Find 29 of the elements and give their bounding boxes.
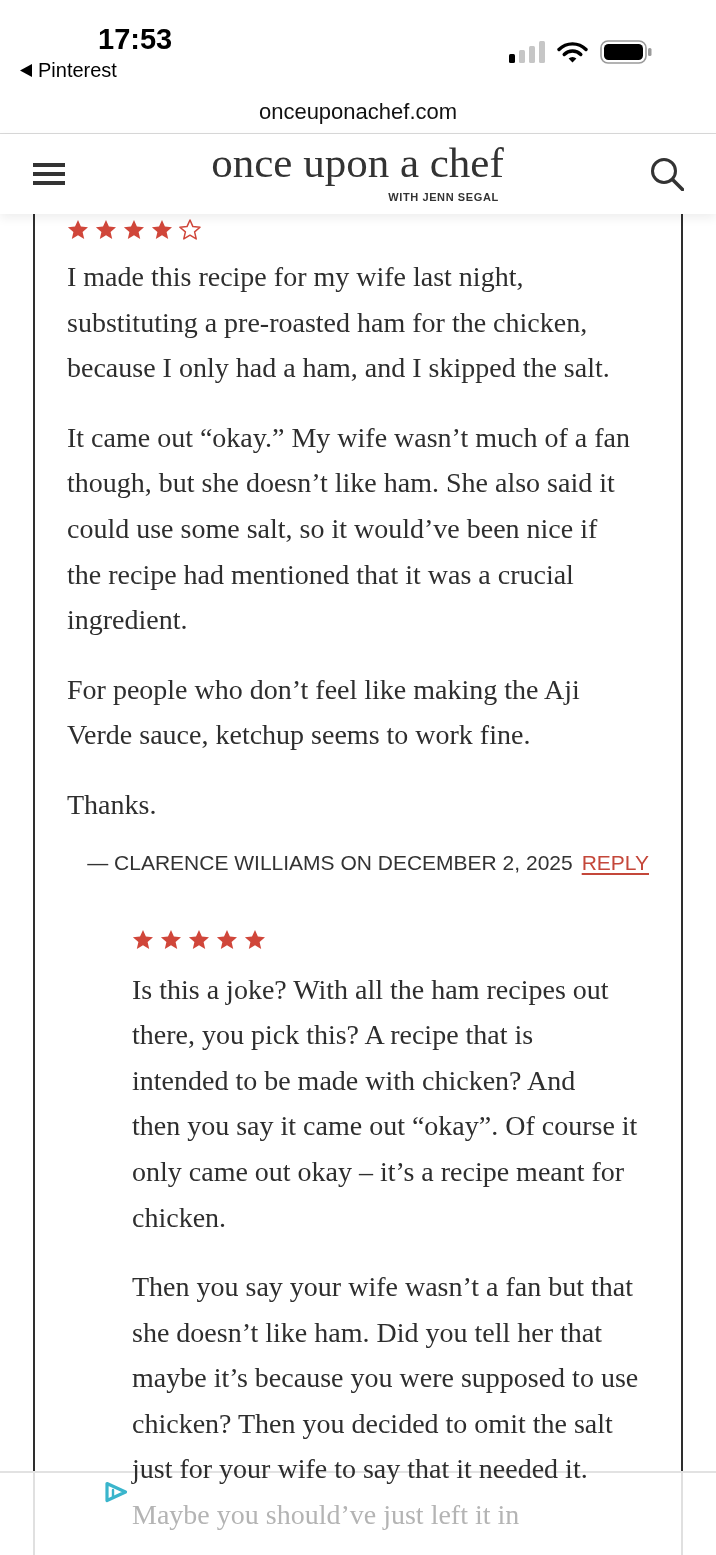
comment-paragraph: Then you say your wife wasn’t a fan but that she doesn’t like ham. Did you tell her that maybe it’s because you were supposed to use chicken? Then you decided to omit the salt just for your wife to say that it needed it. Maybe you should’ve just left it in [132, 1270, 640, 1533]
star-icon [244, 929, 266, 951]
logo-tagline: WITH JENN SEGAL [388, 191, 499, 204]
star-icon [160, 929, 182, 951]
comment-paragraph: It came out “okay.” My wife wasn’t much of a fan though, but she doesn’t like ham. She also said it could use some salt, so it would’ve been nice if the recipe had mentioned that it was a crucial ingredient. [67, 420, 631, 638]
back-triangle-icon [20, 63, 32, 77]
star-icon [151, 218, 173, 240]
url-label[interactable]: onceuponachef.com [258, 98, 458, 125]
back-link[interactable]: Pinterest [20, 59, 117, 81]
empty-star-icon [179, 218, 201, 240]
star-icon [95, 218, 117, 240]
search-icon[interactable] [650, 157, 684, 191]
star-icon [216, 929, 238, 951]
comment-paragraph: I made this recipe for my wife last night, substituting a pre-roasted ham for the chicken, because I only had a ham, and I skipped the salt. [67, 260, 611, 386]
battery-icon [600, 40, 652, 64]
signal-icon [509, 41, 545, 63]
site-logo[interactable]: once upon a chef [211, 139, 504, 191]
star-icon [67, 218, 89, 240]
menu-icon[interactable] [33, 163, 65, 185]
star-icon [132, 929, 154, 951]
comment-author-date: — CLARENCE WILLIAMS ON DECEMBER 2, 2025 [87, 851, 573, 874]
comment-paragraph: For people who don’t feel like making the Aji Verde sauce, ketchup seems to work fine. [67, 672, 581, 753]
reply-link[interactable]: REPLY [581, 851, 649, 874]
comment-paragraph: Is this a joke? With all the ham recipes out there, you pick this? A recipe that is intended to be made with chicken? And then you say it came out “okay”. Of course it only came out okay – it’s a recipe meant for chicken. [132, 972, 639, 1235]
comment-paragraph: Thanks. [67, 787, 158, 822]
wifi-icon [557, 41, 588, 63]
star-icon [188, 929, 210, 951]
clock-time: 17:53 [98, 22, 173, 56]
star-icon [123, 218, 145, 240]
